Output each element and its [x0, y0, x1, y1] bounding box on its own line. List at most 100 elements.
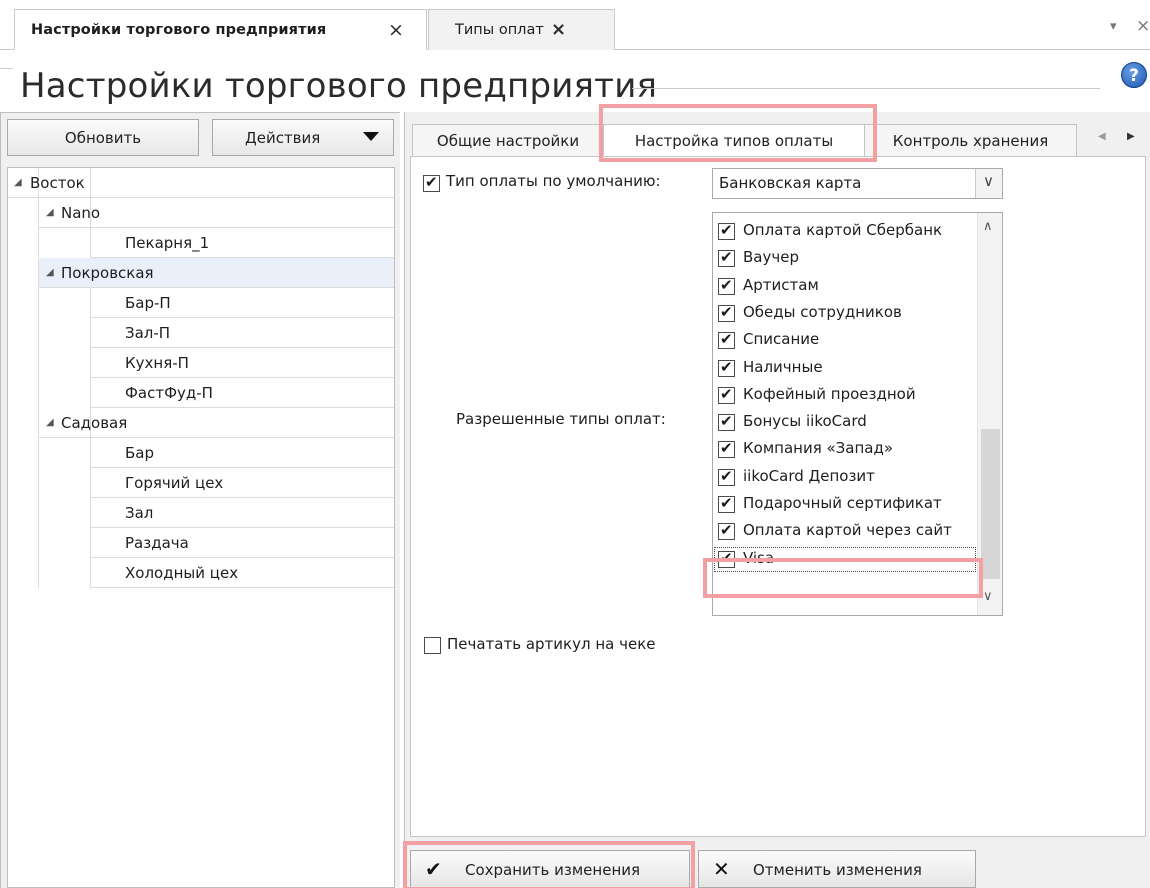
tree-node[interactable]: ◢ Nano — [39, 198, 394, 228]
tree-node[interactable]: ФастФуд-П — [91, 378, 394, 408]
payment-type-item[interactable]: Оплата картой Сбербанк — [713, 218, 977, 245]
tree-node[interactable]: ◢Восток — [8, 168, 394, 198]
tree-node-label: Бар-П — [125, 294, 171, 312]
scroll-up-icon[interactable]: ∧ — [983, 219, 993, 234]
refresh-button[interactable]: Обновить — [7, 119, 199, 156]
close-window-icon[interactable]: × — [1136, 16, 1150, 36]
payment-type-checkbox[interactable] — [718, 414, 735, 431]
payment-type-item[interactable]: Оплата картой через сайт — [713, 518, 977, 545]
payment-type-item[interactable]: Артистам — [713, 273, 977, 300]
tab-payment-type-settings[interactable]: Настройка типов оплаты — [603, 124, 865, 157]
payment-type-item[interactable]: Visa — [713, 546, 977, 573]
payment-type-item[interactable]: Списание — [713, 327, 977, 354]
default-payment-checkbox[interactable] — [423, 175, 440, 192]
payment-type-label: Оплата картой через сайт — [743, 521, 977, 539]
refresh-button-label: Обновить — [65, 129, 141, 147]
tree-node-label: Покровская — [61, 264, 154, 282]
tree-node-label: Бар — [125, 444, 154, 462]
expand-arrow-icon[interactable]: ◢ — [46, 207, 54, 218]
tree-node[interactable]: Бар-П — [91, 288, 394, 318]
tab-label: Общие настройки — [437, 132, 579, 150]
tree-node[interactable]: Зал-П — [91, 318, 394, 348]
tree-node[interactable]: Пекарня_1 — [91, 228, 394, 258]
tree-node-label: Холодный цех — [125, 564, 238, 582]
tree-node-label: Зал-П — [125, 324, 170, 342]
tab-storage-control[interactable]: Контроль хранения — [864, 124, 1077, 156]
tab-label: Настройки торгового предприятия — [31, 22, 326, 38]
cancel-changes-button[interactable]: ✕ Отменить изменения — [698, 850, 976, 888]
payment-type-item[interactable]: Бонусы iikoCard — [713, 409, 977, 436]
tree-node-label: Пекарня_1 — [125, 234, 209, 252]
payment-type-checkbox[interactable] — [718, 250, 735, 267]
help-icon[interactable]: ? — [1121, 62, 1147, 88]
expand-arrow-icon[interactable]: ◢ — [46, 417, 54, 428]
payment-type-checkbox[interactable] — [718, 496, 735, 513]
payment-type-item[interactable]: Наличные — [713, 355, 977, 382]
payment-type-label: Списание — [743, 330, 977, 348]
tree-node[interactable]: Бар — [91, 438, 394, 468]
list-scrollbar[interactable]: ∧ ∨ — [977, 213, 1002, 615]
tab-scroll-right-icon[interactable]: ▶ — [1127, 131, 1135, 142]
payment-type-item[interactable]: Компания «Запад» — [713, 436, 977, 463]
tab-payment-types[interactable]: Типы оплат × — [428, 9, 615, 50]
payment-type-label: Бонусы iikoCard — [743, 412, 977, 430]
payment-type-checkbox[interactable] — [718, 387, 735, 404]
scrollbar-thumb[interactable] — [981, 429, 1000, 579]
default-payment-select[interactable]: Банковская карта — [712, 168, 1003, 199]
payment-type-checkbox[interactable] — [718, 441, 735, 458]
tree-node-label: ФастФуд-П — [125, 384, 213, 402]
payment-type-checkbox[interactable] — [718, 551, 735, 568]
scroll-down-icon[interactable]: ∨ — [983, 589, 993, 604]
tab-list-dropdown-icon[interactable]: ▾ — [1110, 19, 1117, 34]
payment-type-label: Наличные — [743, 358, 977, 376]
chevron-down-icon[interactable] — [975, 169, 1002, 198]
tree-node[interactable]: Горячий цех — [91, 468, 394, 498]
payment-type-checkbox[interactable] — [718, 469, 735, 486]
title-frame-line — [0, 68, 13, 69]
tab-label: Контроль хранения — [893, 132, 1048, 150]
save-changes-button[interactable]: ✔ Сохранить изменения — [410, 850, 690, 888]
tree-node[interactable]: Холодный цех — [91, 558, 394, 588]
payment-type-checkbox[interactable] — [718, 305, 735, 322]
tab-enterprise-settings[interactable]: Настройки торгового предприятия × — [14, 9, 427, 50]
payment-type-label: Подарочный сертификат — [743, 494, 977, 512]
actions-button-label: Действия — [245, 129, 320, 147]
allowed-payment-types-label: Разрешенные типы оплат: — [456, 410, 666, 428]
document-tab-strip: Настройки торгового предприятия × Типы о… — [0, 0, 1150, 50]
tree-node[interactable]: Кухня-П — [91, 348, 394, 378]
actions-button[interactable]: Действия — [212, 119, 394, 156]
tree-node[interactable]: ◢ Покровская — [39, 258, 394, 288]
expand-arrow-icon[interactable]: ◢ — [14, 177, 22, 188]
payment-type-checkbox[interactable] — [718, 360, 735, 377]
default-payment-label: Тип оплаты по умолчанию: — [446, 172, 661, 190]
payment-type-checkbox[interactable] — [718, 223, 735, 240]
payment-type-item[interactable]: iikoCard Депозит — [713, 464, 977, 491]
page-title: Настройки торгового предприятия — [20, 66, 657, 106]
payment-type-label: Visa — [743, 549, 977, 567]
payment-type-label: Компания «Запад» — [743, 439, 977, 457]
tree-node[interactable]: Зал — [91, 498, 394, 528]
payment-type-checkbox[interactable] — [718, 523, 735, 540]
payment-type-checkbox[interactable] — [718, 332, 735, 349]
tab-general-settings[interactable]: Общие настройки — [412, 124, 604, 156]
save-button-label: Сохранить изменения — [465, 861, 640, 879]
tree-node-label: Nano — [61, 204, 100, 222]
payment-type-item[interactable]: Ваучер — [713, 245, 977, 272]
allowed-payment-types-list[interactable]: Оплата картой Сбербанк Ваучер АртистамОбед… — [712, 212, 1003, 616]
print-article-checkbox[interactable] — [424, 637, 441, 654]
close-tab-icon[interactable]: × — [551, 20, 566, 40]
payment-type-label: Оплата картой Сбербанк — [743, 221, 977, 239]
default-payment-value: Банковская карта — [719, 174, 861, 192]
payment-type-label: Ваучер — [743, 248, 977, 266]
tree-node-label: Горячий цех — [125, 474, 223, 492]
tree-node-label: Садовая — [61, 414, 127, 432]
expand-arrow-icon[interactable]: ◢ — [46, 267, 54, 278]
payment-type-checkbox[interactable] — [718, 278, 735, 295]
payment-type-item[interactable]: Подарочный сертификат — [713, 491, 977, 518]
tree-node[interactable]: ◢ Садовая — [39, 408, 394, 438]
tree-node[interactable]: Раздача — [91, 528, 394, 558]
payment-type-item[interactable]: Кофейный проездной — [713, 382, 977, 409]
tab-scroll-left-icon[interactable]: ◀ — [1098, 131, 1106, 142]
payment-type-item[interactable]: Обеды сотрудников — [713, 300, 977, 327]
close-tab-icon[interactable]: × — [388, 20, 404, 40]
